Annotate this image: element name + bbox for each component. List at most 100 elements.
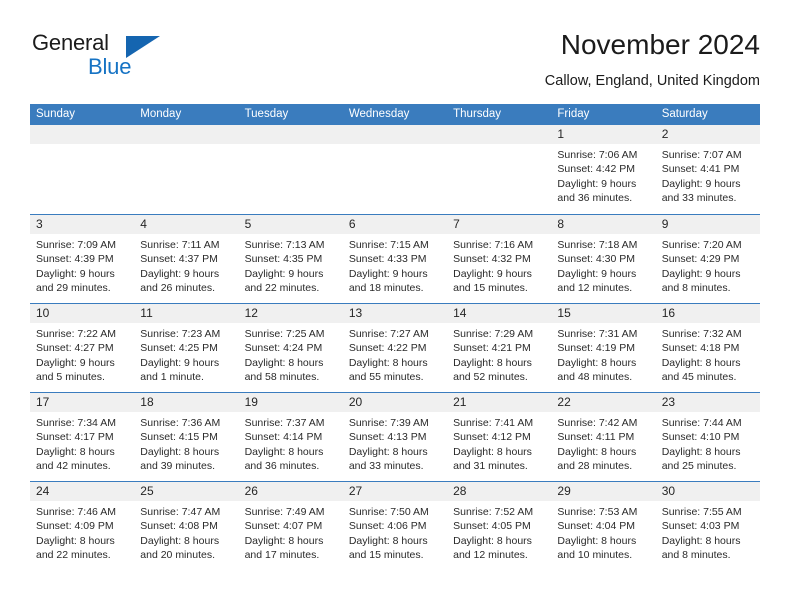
calendar-day-cell[interactable]: 23 Sunrise: 7:44 AM Sunset: 4:10 PM Dayligh… bbox=[655, 393, 760, 481]
calendar-day-cell[interactable]: 16 Sunrise: 7:32 AM Sunset: 4:18 PM Dayligh… bbox=[655, 304, 760, 392]
day-detail-line: Sunrise: 7:55 AM bbox=[661, 506, 742, 518]
day-detail-line: Daylight: 8 hours bbox=[140, 445, 220, 458]
day-detail-line: and 10 minutes. bbox=[557, 549, 633, 562]
day-detail-line: and 15 minutes. bbox=[453, 282, 528, 295]
day-detail-line: Sunset: 4:18 PM bbox=[661, 342, 740, 355]
day-detail-line: Sunrise: 7:22 AM bbox=[36, 328, 116, 340]
day-detail-line: Daylight: 8 hours bbox=[140, 534, 220, 547]
day-details: Sunrise: 7:31 AM Sunset: 4:19 PM Daylight:… bbox=[551, 323, 655, 385]
day-detail-line: Sunrise: 7:42 AM bbox=[557, 417, 638, 429]
calendar-day-cell[interactable]: 4 Sunrise: 7:11 AM Sunset: 4:37 PM Daylight… bbox=[134, 215, 239, 303]
calendar-day-cell[interactable]: 6 Sunrise: 7:15 AM Sunset: 4:33 PM Daylight… bbox=[342, 215, 448, 303]
calendar-day-cell[interactable]: 14 Sunrise: 7:29 AM Sunset: 4:21 PM Dayligh… bbox=[447, 304, 552, 392]
calendar-day-cell[interactable]: 19 Sunrise: 7:37 AM Sunset: 4:14 PM Dayligh… bbox=[238, 393, 343, 481]
calendar-day-cell[interactable]: 1 Sunrise: 7:06 AM Sunset: 4:42 PM Daylight… bbox=[551, 125, 656, 214]
day-number: 23 bbox=[655, 393, 760, 412]
calendar-day-cell[interactable]: 21 Sunrise: 7:41 AM Sunset: 4:12 PM Dayligh… bbox=[447, 393, 552, 481]
day-details: Sunrise: 7:34 AM Sunset: 4:17 PM Daylight:… bbox=[30, 412, 134, 474]
calendar-day-cell[interactable]: 9 Sunrise: 7:20 AM Sunset: 4:29 PM Daylight… bbox=[655, 215, 760, 303]
day-number: 11 bbox=[134, 304, 239, 323]
day-number: 22 bbox=[551, 393, 656, 412]
calendar-day-cell-empty bbox=[134, 125, 239, 214]
calendar-day-cell[interactable]: 24 Sunrise: 7:46 AM Sunset: 4:09 PM Dayligh… bbox=[30, 482, 135, 570]
calendar-day-cell[interactable]: 22 Sunrise: 7:42 AM Sunset: 4:11 PM Dayligh… bbox=[551, 393, 656, 481]
calendar-day-cell[interactable]: 5 Sunrise: 7:13 AM Sunset: 4:35 PM Daylight… bbox=[238, 215, 343, 303]
calendar-day-cell[interactable]: 18 Sunrise: 7:36 AM Sunset: 4:15 PM Dayligh… bbox=[134, 393, 239, 481]
calendar-week-row: 3 Sunrise: 7:09 AM Sunset: 4:39 PM Daylight… bbox=[30, 214, 760, 303]
day-details: Sunrise: 7:11 AM Sunset: 4:37 PM Daylight:… bbox=[134, 234, 238, 296]
day-detail-line: Daylight: 8 hours bbox=[36, 445, 115, 458]
day-number: 12 bbox=[238, 304, 343, 323]
page-subtitle: Callow, England, United Kingdom bbox=[544, 73, 760, 89]
day-detail-line: Sunset: 4:37 PM bbox=[140, 253, 218, 266]
day-detail-line: Sunrise: 7:20 AM bbox=[661, 239, 742, 251]
weekday-header-thursday: Thursday bbox=[453, 108, 502, 120]
calendar-day-cell[interactable]: 13 Sunrise: 7:27 AM Sunset: 4:22 PM Dayligh… bbox=[342, 304, 448, 392]
day-detail-line: Daylight: 8 hours bbox=[661, 445, 741, 458]
calendar-day-cell[interactable]: 20 Sunrise: 7:39 AM Sunset: 4:13 PM Dayligh… bbox=[342, 393, 448, 481]
day-details: Sunrise: 7:25 AM Sunset: 4:24 PM Daylight:… bbox=[239, 323, 343, 385]
day-number: 1 bbox=[551, 125, 656, 144]
calendar-day-cell[interactable]: 10 Sunrise: 7:22 AM Sunset: 4:27 PM Dayligh… bbox=[30, 304, 135, 392]
day-detail-line: Sunset: 4:13 PM bbox=[348, 431, 427, 444]
day-detail-line: and 26 minutes. bbox=[140, 282, 215, 295]
day-number: 9 bbox=[655, 215, 760, 234]
day-detail-line: and 48 minutes. bbox=[557, 371, 633, 384]
day-detail-line: and 31 minutes. bbox=[453, 460, 528, 473]
day-detail-line: Daylight: 8 hours bbox=[661, 534, 741, 547]
day-number: 19 bbox=[238, 393, 343, 412]
calendar-day-cell[interactable]: 11 Sunrise: 7:23 AM Sunset: 4:25 PM Dayligh… bbox=[134, 304, 239, 392]
day-detail-line: and 33 minutes. bbox=[348, 460, 424, 473]
day-number: 20 bbox=[342, 393, 448, 412]
brand-name-blue: Blue bbox=[88, 54, 132, 79]
calendar-day-cell[interactable]: 17 Sunrise: 7:34 AM Sunset: 4:17 PM Dayligh… bbox=[30, 393, 135, 481]
day-detail-line: Sunrise: 7:27 AM bbox=[348, 328, 429, 340]
brand-logo[interactable]: General Blue bbox=[30, 28, 180, 86]
day-number: 5 bbox=[238, 215, 343, 234]
weekday-header-row: Sunday Monday Tuesday Wednesday Thursday Frid… bbox=[30, 104, 760, 125]
calendar-day-cell[interactable]: 25 Sunrise: 7:47 AM Sunset: 4:08 PM Dayligh… bbox=[134, 482, 239, 570]
day-detail-line: Sunset: 4:09 PM bbox=[36, 520, 114, 533]
calendar-day-cell[interactable]: 26 Sunrise: 7:49 AM Sunset: 4:07 PM Dayligh… bbox=[238, 482, 343, 570]
day-detail-line: Sunrise: 7:13 AM bbox=[244, 239, 325, 251]
calendar-page: General Blue November 2024 Callow, Engla… bbox=[0, 0, 792, 612]
day-detail-line: Sunset: 4:42 PM bbox=[557, 163, 636, 176]
calendar-day-cell[interactable]: 7 Sunrise: 7:16 AM Sunset: 4:32 PM Daylight… bbox=[447, 215, 552, 303]
day-detail-line: Sunset: 4:32 PM bbox=[453, 253, 531, 266]
day-detail-line: Daylight: 8 hours bbox=[348, 445, 428, 458]
calendar-day-cell-empty bbox=[30, 125, 135, 214]
day-detail-line: Daylight: 8 hours bbox=[348, 534, 428, 547]
day-detail-line: Sunrise: 7:46 AM bbox=[36, 506, 116, 518]
calendar-day-cell[interactable]: 2 Sunrise: 7:07 AM Sunset: 4:41 PM Daylight… bbox=[655, 125, 760, 214]
day-number: 28 bbox=[447, 482, 552, 501]
calendar-day-cell[interactable]: 29 Sunrise: 7:53 AM Sunset: 4:04 PM Dayligh… bbox=[551, 482, 656, 570]
calendar-day-cell[interactable]: 3 Sunrise: 7:09 AM Sunset: 4:39 PM Daylight… bbox=[30, 215, 135, 303]
calendar-day-cell[interactable]: 12 Sunrise: 7:25 AM Sunset: 4:24 PM Dayligh… bbox=[238, 304, 343, 392]
day-detail-line: and 22 minutes. bbox=[244, 282, 320, 295]
day-detail-line: and 36 minutes. bbox=[244, 460, 320, 473]
day-detail-line: Sunset: 4:25 PM bbox=[140, 342, 218, 355]
calendar-day-cell[interactable]: 8 Sunrise: 7:18 AM Sunset: 4:30 PM Daylight… bbox=[551, 215, 656, 303]
day-detail-line: and 8 minutes. bbox=[661, 282, 731, 295]
calendar-week-row: 24 Sunrise: 7:46 AM Sunset: 4:09 PM Dayligh… bbox=[30, 481, 760, 570]
calendar-day-cell[interactable]: 28 Sunrise: 7:52 AM Sunset: 4:05 PM Dayligh… bbox=[447, 482, 552, 570]
day-details: Sunrise: 7:06 AM Sunset: 4:42 PM Daylight:… bbox=[551, 144, 655, 206]
calendar-day-cell[interactable]: 15 Sunrise: 7:31 AM Sunset: 4:19 PM Dayligh… bbox=[551, 304, 656, 392]
page-title: November 2024 bbox=[560, 29, 760, 60]
day-detail-line: Sunset: 4:19 PM bbox=[557, 342, 636, 355]
day-detail-line: Daylight: 9 hours bbox=[348, 267, 428, 280]
day-detail-line: Daylight: 8 hours bbox=[453, 534, 532, 547]
day-detail-line: Sunrise: 7:44 AM bbox=[661, 417, 742, 429]
day-detail-line: Sunrise: 7:34 AM bbox=[36, 417, 116, 429]
day-detail-line: Sunset: 4:27 PM bbox=[36, 342, 114, 355]
day-number: 21 bbox=[447, 393, 552, 412]
calendar-day-cell[interactable]: 30 Sunrise: 7:55 AM Sunset: 4:03 PM Dayligh… bbox=[655, 482, 760, 570]
day-detail-line: and 33 minutes. bbox=[661, 192, 737, 205]
day-details: Sunrise: 7:39 AM Sunset: 4:13 PM Daylight:… bbox=[343, 412, 447, 474]
day-number: 10 bbox=[30, 304, 135, 323]
day-detail-line: and 55 minutes. bbox=[348, 371, 424, 384]
brand-name-general: General bbox=[32, 30, 109, 55]
day-detail-line: Sunset: 4:07 PM bbox=[244, 520, 323, 533]
day-detail-line: Sunrise: 7:25 AM bbox=[244, 328, 325, 340]
calendar-day-cell[interactable]: 27 Sunrise: 7:50 AM Sunset: 4:06 PM Dayligh… bbox=[342, 482, 448, 570]
